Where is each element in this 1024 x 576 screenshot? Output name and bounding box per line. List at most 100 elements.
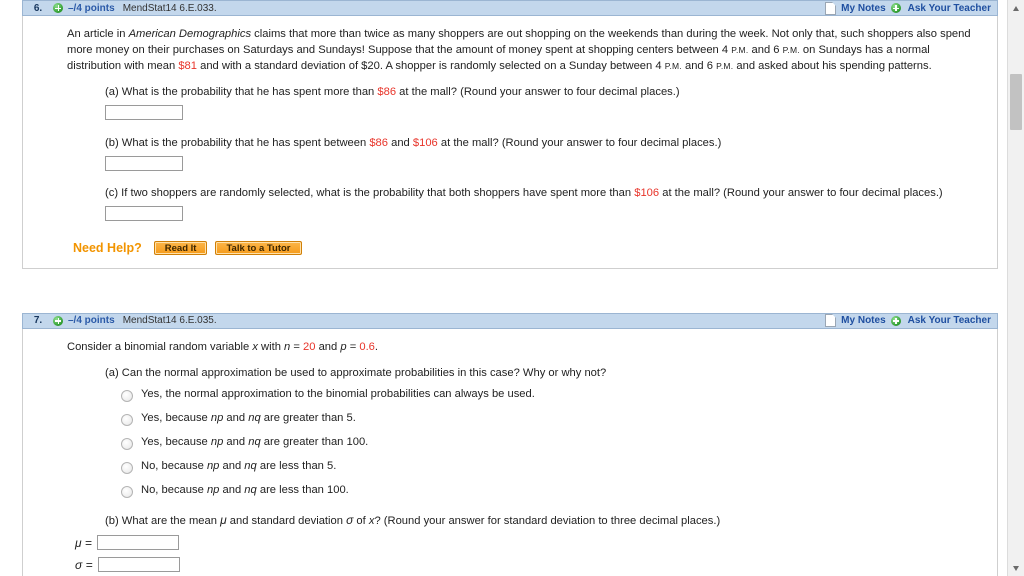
question-body-6: An article in American Demographics clai…	[22, 16, 998, 269]
notes-page-icon	[825, 1, 837, 15]
stem-pm-3: P.M.	[664, 61, 682, 71]
stem-text-5: and with a standard deviation of $20. A …	[196, 60, 665, 72]
radio-option-3[interactable]: Yes, because np and nq are greater than …	[121, 435, 985, 450]
radio-label-4-np: np	[206, 459, 220, 472]
question-card-6: 6. –/4 points MendStat14 6.E.033. My Not…	[22, 0, 998, 269]
part-b-text-tail-6: at the mall? (Round your answer to four …	[437, 136, 722, 149]
radio-label-4-pre: No, because	[141, 459, 207, 472]
question-header-7: 7. –/4 points MendStat14 6.E.035. My Not…	[22, 312, 998, 329]
card-spacer	[0, 269, 1008, 313]
part-b-answer-input-6[interactable]	[105, 155, 183, 171]
notes-page-icon-7	[825, 314, 837, 327]
question-part-a-6: (a) What is the probability that he has …	[105, 84, 985, 121]
part-c-text-lead-6: If two shoppers are randomly selected, w…	[121, 187, 635, 199]
stem7-text-2: with	[257, 340, 285, 353]
ask-teacher-plus-icon-7	[890, 315, 901, 326]
radio-label-3-nq: nq	[248, 435, 261, 448]
part-b-text-mid-6: and	[388, 136, 413, 149]
expand-plus-icon-7[interactable]	[53, 315, 63, 326]
part-a-label-6: (a)	[105, 86, 119, 98]
ask-your-teacher-link-7[interactable]: Ask Your Teacher	[908, 315, 991, 326]
stem7-text-5: =	[346, 340, 360, 353]
question-number-6: 6.	[33, 2, 43, 14]
assignment-page: 6. –/4 points MendStat14 6.E.033. My Not…	[0, 0, 1008, 576]
stem-publication-name: American Demographics	[128, 28, 252, 40]
my-notes-link-7[interactable]: My Notes	[841, 315, 885, 326]
vertical-scrollbar[interactable]	[1007, 0, 1024, 576]
radio-label-3-pre: Yes, because	[141, 435, 211, 448]
question-stem-6: An article in American Demographics clai…	[67, 26, 985, 74]
part-a-text-lead-6: What is the probability that he has spen…	[121, 86, 378, 98]
part-a-text-tail-6: at the mall? (Round your answer to four …	[396, 86, 680, 98]
scroll-down-button[interactable]	[1008, 560, 1024, 576]
question-part-b-7: (b) What are the mean μ and standard dev…	[75, 512, 985, 573]
stem7-text-6: .	[374, 340, 379, 353]
radio-label-2-np: np	[210, 411, 224, 424]
my-notes-link-6[interactable]: My Notes	[841, 3, 885, 14]
part-a-label-7: (a)	[105, 366, 119, 379]
sigma-field-row: σ =	[75, 557, 985, 573]
stem-text-1: An article in	[67, 28, 129, 40]
radio-icon-4[interactable]	[121, 461, 133, 474]
radio-label-5-nq: nq	[244, 483, 257, 496]
radio-icon-2[interactable]	[121, 413, 133, 426]
stem-pm-4: P.M.	[716, 61, 734, 71]
radio-label-5-mid: and	[219, 483, 245, 496]
question-number-7: 7.	[33, 315, 43, 326]
part-a-answer-input-6[interactable]	[105, 105, 183, 120]
radio-label-4: No, because np and nq are less than 5.	[141, 459, 336, 474]
question-stem-7: Consider a binomial random variable x wi…	[67, 339, 985, 355]
part-c-value-6: $106	[634, 187, 660, 199]
sigma-answer-input[interactable]	[97, 557, 180, 572]
part-a-text-6: (a) What is the probability that he has …	[105, 84, 985, 100]
part-a-value-6: $86	[377, 86, 397, 98]
radio-label-5-post: are less than 100.	[256, 483, 349, 496]
radio-option-5[interactable]: No, because np and nq are less than 100.	[121, 483, 985, 498]
mu-field-label: μ =	[75, 535, 92, 550]
radio-label-1: Yes, the normal approximation to the bin…	[141, 387, 535, 402]
read-it-button-6[interactable]: Read It	[153, 240, 208, 255]
talk-to-a-tutor-button-6[interactable]: Talk to a Tutor	[215, 240, 302, 255]
expand-plus-icon[interactable]	[53, 3, 63, 13]
radio-icon-3[interactable]	[121, 437, 133, 450]
radio-option-4[interactable]: No, because np and nq are less than 5.	[121, 459, 985, 474]
part-b-mu-symbol: μ	[220, 512, 227, 527]
part-b-label-6: (b)	[105, 136, 119, 149]
part-b-text-2-7: and standard deviation	[226, 514, 347, 527]
part-c-answer-input-6[interactable]	[105, 206, 183, 221]
question-key-6: MendStat14 6.E.033.	[122, 2, 217, 14]
radio-label-2-pre: Yes, because	[141, 411, 211, 424]
scroll-up-button[interactable]	[1008, 0, 1024, 16]
radio-icon-1[interactable]	[121, 389, 133, 402]
radio-label-2: Yes, because np and nq are greater than …	[141, 411, 356, 426]
sigma-field-label: σ =	[75, 557, 93, 572]
need-help-row-6: Need Help? Read It Talk to a Tutor	[73, 240, 985, 256]
radio-label-4-nq: nq	[244, 459, 257, 472]
part-b-text-1-7: What are the mean	[121, 514, 221, 527]
mu-field-row: μ =	[75, 535, 985, 551]
mu-answer-input[interactable]	[96, 535, 179, 550]
radio-label-4-post: are less than 5.	[256, 459, 337, 472]
stem-text-3: and 6	[748, 44, 783, 56]
stem-mean-value: $81	[178, 60, 197, 72]
part-c-label-6: (c)	[105, 187, 119, 199]
question-card-7: 7. –/4 points MendStat14 6.E.035. My Not…	[22, 312, 998, 576]
question-header-actions-6: My Notes Ask Your Teacher	[825, 1, 991, 15]
part-b-value1-6: $86	[369, 136, 388, 149]
ask-your-teacher-link-6[interactable]: Ask Your Teacher	[908, 3, 991, 14]
radio-option-2[interactable]: Yes, because np and nq are greater than …	[121, 411, 985, 426]
radio-label-3-np: np	[210, 435, 224, 448]
part-b-value2-6: $106	[412, 136, 438, 149]
part-b-text-lead-6: What is the probability that he has spen…	[121, 136, 370, 149]
radio-label-3-mid: and	[223, 435, 249, 448]
part-a-question-7: (a) Can the normal approximation be used…	[105, 365, 985, 381]
question-header-actions-7: My Notes Ask Your Teacher	[825, 314, 991, 327]
radio-icon-5[interactable]	[121, 485, 133, 498]
radio-option-1[interactable]: Yes, the normal approximation to the bin…	[121, 387, 985, 402]
radio-label-5-pre: No, because	[141, 483, 207, 496]
stem-text-7: and asked about his spending patterns.	[733, 60, 932, 72]
question-body-7: Consider a binomial random variable x wi…	[22, 328, 998, 576]
stem7-text-1: Consider a binomial random variable	[67, 340, 253, 353]
scrollbar-thumb[interactable]	[1010, 74, 1022, 130]
stem-pm-2: P.M.	[782, 45, 800, 55]
